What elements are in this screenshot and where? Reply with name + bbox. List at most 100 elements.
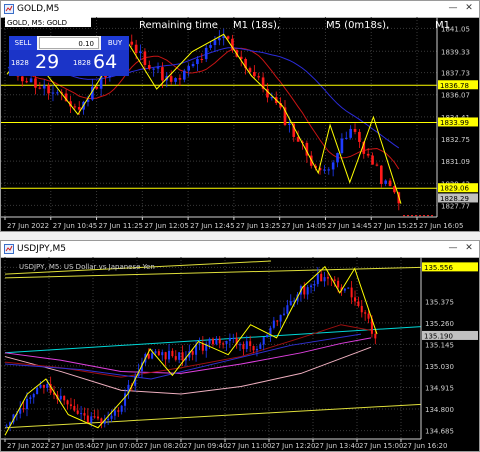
- candle-body: [340, 138, 344, 154]
- candle-body: [384, 180, 387, 184]
- candle-body: [124, 393, 127, 406]
- candle-body: [93, 416, 96, 418]
- dark-red-curve: [4, 324, 372, 378]
- gold-time-axis: 27 Jun 2022 27 Jun 10:45 27 Jun 11:25 27 Ju…: [1, 216, 463, 230]
- sell-price-prefix: 1828: [11, 59, 29, 67]
- candle-body: [36, 388, 39, 395]
- candle-body: [39, 384, 42, 389]
- candle-body: [252, 346, 255, 351]
- time-tick-label: 27 Jun 11:00: [227, 442, 271, 450]
- time-tick-label: 27 Jun 13:25: [236, 222, 280, 230]
- time-tick-label: 27 Jun 16:20: [403, 442, 447, 450]
- gold-window-titlebar[interactable]: GOLD,M5 — ✕: [1, 1, 479, 18]
- close-button[interactable]: ✕: [463, 3, 475, 14]
- time-tick-label: 27 Jun 07:00: [95, 442, 139, 450]
- price-tick-label: 1839.33: [441, 48, 470, 56]
- m1-timer: M1 (18s),: [233, 20, 280, 31]
- price-label-text: 1829.06: [440, 185, 469, 193]
- candle-body: [253, 71, 256, 77]
- candle-body: [22, 408, 25, 410]
- price-tick-label: 1832.75: [441, 136, 470, 144]
- trade-panel-prices[interactable]: 1828 29 1828 64: [9, 50, 129, 76]
- candle-body: [168, 350, 171, 360]
- candle-body: [161, 67, 164, 81]
- candle-body: [218, 38, 221, 41]
- price-tick-label: 1836.07: [441, 92, 470, 100]
- price-tick-label: 134.800: [425, 406, 454, 414]
- usdjpy-price-chart[interactable]: 135.556 135.375 135.260 135.145 135.030 134.9…: [1, 257, 479, 451]
- candle-body: [120, 405, 123, 412]
- candle-body: [80, 413, 83, 415]
- minimize-button[interactable]: —: [447, 3, 459, 14]
- gold-small-label: GOLD, M5: GOLD: [5, 17, 91, 27]
- candle-body: [96, 416, 100, 419]
- buy-price-big: 64: [93, 51, 118, 73]
- candle-body: [367, 313, 370, 319]
- m5-timer: M5 (0m18s),: [326, 20, 389, 31]
- chart-window-icon: [4, 4, 14, 14]
- candle-body: [358, 131, 361, 142]
- price-tick-label: 135.375: [425, 298, 454, 306]
- candle-body: [245, 341, 248, 350]
- lot-size-input[interactable]: 0.10: [39, 37, 99, 49]
- candle-body: [288, 123, 291, 125]
- candle-body: [182, 70, 186, 80]
- candle-body: [198, 343, 201, 345]
- candle-body: [313, 284, 316, 286]
- candle-body: [379, 165, 383, 184]
- candle-body: [228, 337, 231, 341]
- sell-button[interactable]: SELL: [9, 36, 37, 50]
- m1-timer-right: M1: [435, 20, 450, 31]
- candle-body: [147, 65, 151, 69]
- usdjpy-time-axis: 27 Jun 2022 27 Jun 05:40 27 Jun 07:00 27 Ju…: [1, 438, 447, 450]
- time-tick-label: 27 Jun 12:05: [144, 222, 188, 230]
- candle-body: [306, 287, 309, 295]
- candle-body: [347, 287, 350, 289]
- remaining-time-label: Remaining time: [139, 20, 218, 31]
- candle-body: [248, 68, 252, 72]
- candle-body: [42, 384, 45, 388]
- price-label-text: 1833.99: [440, 119, 469, 127]
- candle-body: [181, 352, 184, 361]
- candle-body: [154, 351, 157, 354]
- candle-body: [349, 128, 352, 138]
- candle-body: [76, 410, 79, 414]
- time-tick-label: 27 Jun 12:45: [190, 222, 234, 230]
- candle-body: [90, 416, 93, 423]
- candle-body: [343, 288, 346, 291]
- candle-body: [171, 350, 174, 357]
- minimize-button[interactable]: —: [447, 243, 459, 254]
- candle-body: [63, 395, 66, 401]
- price-label-text: 135.190: [424, 332, 453, 340]
- close-button[interactable]: ✕: [463, 243, 475, 254]
- candle-body: [225, 340, 228, 344]
- time-tick-label: 27 Jun 14:05: [282, 222, 326, 230]
- candle-body: [316, 273, 319, 285]
- buy-button[interactable]: BUY: [101, 36, 129, 50]
- candle-body: [32, 394, 35, 398]
- candle-body: [289, 301, 292, 306]
- candle-body: [211, 338, 214, 345]
- usdjpy-window-titlebar[interactable]: USDJPY,M5 — ✕: [1, 241, 479, 258]
- gold-price-axis: 1841.051839.331837.731836.071834.411832.…: [436, 17, 478, 217]
- candle-body: [110, 415, 113, 419]
- candle-body: [25, 398, 28, 410]
- candle-body: [204, 47, 208, 60]
- usdjpy-grid: [1, 257, 421, 439]
- candle-body: [113, 410, 116, 416]
- candle-body: [59, 395, 62, 400]
- usdjpy-price-axis: 135.556 135.375 135.260 135.145 135.030 134.9…: [420, 257, 478, 439]
- svg-text:GOLD, M5: GOLD: GOLD, M5: GOLD: [7, 19, 67, 27]
- price-tick-label: 134.915: [425, 384, 454, 392]
- candle-body: [164, 352, 167, 360]
- candle-body: [242, 344, 245, 350]
- one-click-trade-panel: SELL 0.10 BUY 1828 29 1828 64: [9, 36, 129, 76]
- candle-body: [266, 334, 269, 338]
- candle-body: [42, 85, 46, 89]
- candle-body: [117, 410, 120, 412]
- time-tick-label: 27 Jun 12:20: [271, 442, 315, 450]
- gold-chart-window: GOLD,M5 — ✕ 1841.05 1839.33 1837.73 1836.07…: [0, 0, 480, 232]
- candle-body: [333, 279, 336, 281]
- candle-body: [178, 352, 181, 360]
- candle-body: [66, 400, 69, 405]
